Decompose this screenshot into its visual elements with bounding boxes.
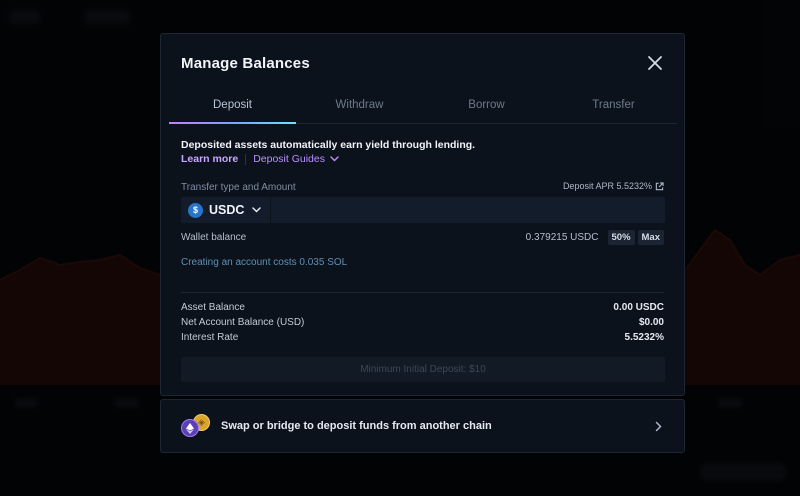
chevron-right-icon — [655, 421, 662, 432]
learn-more-link[interactable]: Learn more — [181, 153, 238, 165]
deposit-guides-label: Deposit Guides — [253, 153, 325, 165]
bridge-icons: ◈ — [181, 413, 211, 439]
asset-balance-value: 0.00 USDC — [613, 302, 664, 313]
modal-title: Manage Balances — [181, 55, 310, 72]
section-divider — [181, 292, 664, 293]
net-account-balance-value: $0.00 — [638, 317, 664, 328]
tab-withdraw[interactable]: Withdraw — [296, 94, 423, 123]
chevron-down-icon — [330, 156, 339, 162]
wallet-balance-label: Wallet balance — [181, 232, 247, 243]
yield-info-text: Deposited assets automatically earn yiel… — [181, 139, 476, 151]
deposit-submit-button[interactable]: Minimum Initial Deposit: $10 — [181, 357, 665, 382]
token-symbol: USDC — [209, 203, 245, 217]
wallet-balance-row: 0.379215 USDC 50% Max — [526, 230, 664, 245]
amount-field: $ USDC — [181, 197, 665, 223]
ethereum-icon — [181, 419, 199, 437]
tab-borrow[interactable]: Borrow — [423, 94, 550, 123]
half-amount-button[interactable]: 50% — [607, 230, 635, 245]
help-links: Learn more Deposit Guides — [181, 153, 339, 165]
max-amount-button[interactable]: Max — [637, 230, 664, 245]
asset-balance-label: Asset Balance — [181, 302, 245, 313]
amount-input[interactable] — [271, 197, 665, 223]
close-icon — [648, 56, 662, 70]
bridge-deposit-card[interactable]: ◈ Swap or bridge to deposit funds from a… — [160, 399, 685, 453]
usdc-icon: $ — [188, 202, 203, 218]
chevron-down-icon — [252, 207, 262, 213]
deposit-apr-link[interactable]: Deposit APR 5.5232% — [563, 181, 664, 191]
close-button[interactable] — [646, 54, 664, 72]
manage-balances-modal: Manage Balances Deposit Withdraw Borrow … — [160, 33, 685, 396]
interest-rate-label: Interest Rate — [181, 332, 239, 343]
net-account-balance-label: Net Account Balance (USD) — [181, 317, 305, 328]
deposit-apr-text: Deposit APR 5.5232% — [562, 181, 652, 191]
tab-transfer[interactable]: Transfer — [550, 94, 677, 123]
token-selector[interactable]: $ USDC — [181, 197, 272, 223]
link-divider — [245, 153, 247, 165]
account-cost-note: Creating an account costs 0.035 SOL — [181, 257, 348, 268]
wallet-balance-value: 0.379215 USDC — [525, 232, 599, 243]
bridge-text: Swap or bridge to deposit funds from ano… — [221, 420, 492, 432]
balance-tabs: Deposit Withdraw Borrow Transfer — [169, 94, 677, 124]
external-link-icon — [655, 181, 664, 190]
transfer-type-label: Transfer type and Amount — [181, 182, 296, 193]
tab-deposit[interactable]: Deposit — [169, 94, 296, 124]
interest-rate-value: 5.5232% — [624, 332, 664, 343]
deposit-guides-dropdown[interactable]: Deposit Guides — [253, 153, 339, 165]
